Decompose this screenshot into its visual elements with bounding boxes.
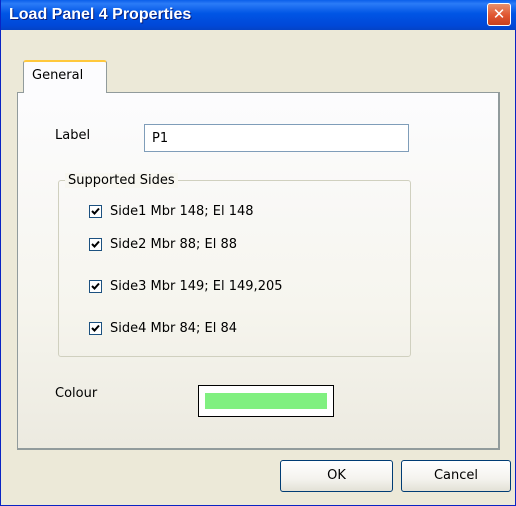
cancel-button[interactable]: Cancel <box>401 460 511 492</box>
tab-general[interactable]: General <box>23 60 107 93</box>
side3-checkbox-row[interactable]: Side3 Mbr 149; El 149,205 <box>89 277 283 295</box>
side1-label[interactable]: Side1 Mbr 148; El 148 <box>110 204 254 219</box>
side2-label[interactable]: Side2 Mbr 88; El 88 <box>110 237 237 252</box>
colour-caption: Colour <box>55 386 98 401</box>
tab-general-label: General <box>32 68 84 83</box>
side4-checkbox-row[interactable]: Side4 Mbr 84; El 84 <box>89 319 237 337</box>
ok-button[interactable]: OK <box>280 460 393 492</box>
side4-checkbox[interactable] <box>89 321 102 335</box>
window-title: Load Panel 4 Properties <box>9 6 192 23</box>
side4-label[interactable]: Side4 Mbr 84; El 84 <box>110 321 237 336</box>
colour-picker-button[interactable] <box>198 385 334 417</box>
label-input[interactable] <box>144 124 409 152</box>
supported-sides-title: Supported Sides <box>65 173 178 188</box>
side3-checkbox[interactable] <box>89 279 102 293</box>
side1-checkbox[interactable] <box>89 204 102 218</box>
label-caption: Label <box>55 128 91 143</box>
side3-label[interactable]: Side3 Mbr 149; El 149,205 <box>110 279 283 294</box>
side2-checkbox-row[interactable]: Side2 Mbr 88; El 88 <box>89 235 237 253</box>
title-bar[interactable]: Load Panel 4 Properties ✕ <box>1 0 516 30</box>
dialog-window: Load Panel 4 Properties ✕ General Label … <box>0 0 516 506</box>
close-icon[interactable]: ✕ <box>487 3 511 26</box>
side2-checkbox[interactable] <box>89 237 102 251</box>
side1-checkbox-row[interactable]: Side1 Mbr 148; El 148 <box>89 202 254 220</box>
colour-swatch <box>205 393 327 409</box>
